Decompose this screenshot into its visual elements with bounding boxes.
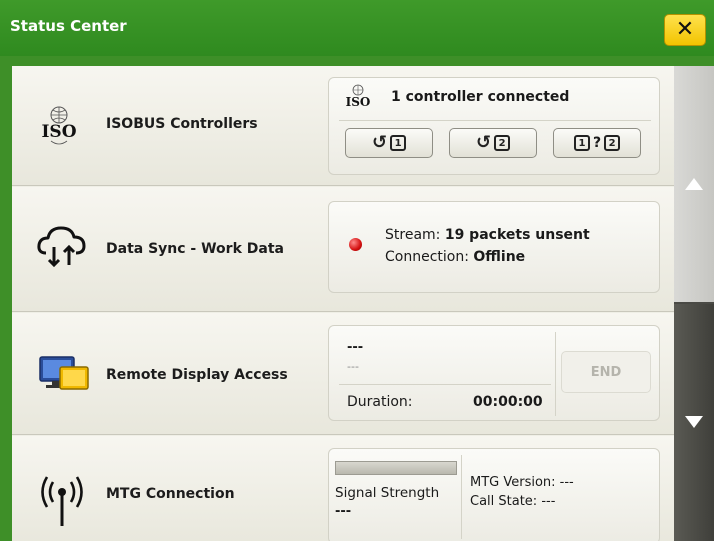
mtg-label: MTG Connection xyxy=(106,486,235,502)
iso-icon: ISO xyxy=(34,106,84,154)
status-list: ISO ISOBUS Controllers ISO 1 controller … xyxy=(12,66,674,541)
number-box: 2 xyxy=(494,135,511,151)
remote-display-label: Remote Display Access xyxy=(106,367,288,383)
isobus-status-card: ISO 1 controller connected ↺ 1 ↺ 2 1 ? 2 xyxy=(328,77,660,175)
stream-label: Stream: xyxy=(385,227,445,243)
number-box: 1 xyxy=(573,135,590,151)
arrow-up-icon xyxy=(685,178,703,190)
mtg-row: MTG Connection Signal Strength --- MTG V… xyxy=(12,436,674,541)
offline-indicator-icon xyxy=(349,238,362,251)
divider xyxy=(555,332,556,416)
divider xyxy=(339,384,551,385)
signal-strength-label: Signal Strength xyxy=(335,485,440,501)
divider xyxy=(339,120,651,121)
antenna-icon xyxy=(38,474,86,532)
remote-line-2: --- xyxy=(347,360,359,373)
page-title: Status Center xyxy=(10,17,127,35)
svg-text:ISO: ISO xyxy=(41,122,76,142)
close-button[interactable]: ✕ xyxy=(664,14,706,46)
remote-line-1: --- xyxy=(347,340,364,355)
connection-status: Connection: Offline xyxy=(385,249,525,265)
signal-strength-value: --- xyxy=(335,504,352,519)
iso-small-icon: ISO xyxy=(341,84,375,118)
remote-display-icon xyxy=(38,355,92,399)
undo-icon: ↺ xyxy=(475,132,492,153)
reset-controller-1-button[interactable]: ↺ 1 xyxy=(345,128,433,158)
cloud-sync-icon xyxy=(36,223,88,273)
number-box: 2 xyxy=(604,135,621,151)
remote-display-row: Remote Display Access --- --- Duration: … xyxy=(12,313,674,435)
swap-controllers-button[interactable]: 1 ? 2 xyxy=(553,128,641,158)
scroll-up-button[interactable] xyxy=(674,66,714,302)
reset-controller-2-button[interactable]: ↺ 2 xyxy=(449,128,537,158)
connection-label: Connection: xyxy=(385,249,474,265)
connection-value: Offline xyxy=(473,249,526,265)
data-sync-label: Data Sync - Work Data xyxy=(106,241,284,257)
data-sync-row: Data Sync - Work Data Stream: 19 packets… xyxy=(12,187,674,312)
duration-label: Duration: xyxy=(347,394,413,410)
scrollbar[interactable] xyxy=(674,66,714,541)
mtg-status-card: Signal Strength --- MTG Version: --- Cal… xyxy=(328,448,660,541)
number-box: 1 xyxy=(390,135,407,151)
data-sync-status-card: Stream: 19 packets unsent Connection: Of… xyxy=(328,201,660,293)
svg-text:ISO: ISO xyxy=(346,95,371,109)
divider xyxy=(461,455,462,539)
question-mark: ? xyxy=(592,135,602,151)
isobus-row: ISO ISOBUS Controllers ISO 1 controller … xyxy=(12,66,674,186)
close-icon: ✕ xyxy=(675,17,695,42)
call-state-text: Call State: --- xyxy=(470,494,556,509)
signal-strength-bar xyxy=(335,461,457,475)
undo-icon: ↺ xyxy=(371,132,388,153)
arrow-down-icon xyxy=(685,416,703,428)
end-session-button[interactable]: END xyxy=(561,351,651,393)
isobus-label: ISOBUS Controllers xyxy=(106,116,258,132)
stream-status: Stream: 19 packets unsent xyxy=(385,227,590,243)
controller-status-text: 1 controller connected xyxy=(391,89,570,105)
remote-display-card: --- --- Duration: 00:00:00 END xyxy=(328,325,660,421)
title-bar: Status Center ✕ xyxy=(0,0,714,56)
mtg-version-text: MTG Version: --- xyxy=(470,475,574,490)
scroll-down-button[interactable] xyxy=(674,304,714,541)
stream-value: 19 packets unsent xyxy=(444,227,590,243)
duration-value: 00:00:00 xyxy=(473,394,543,410)
